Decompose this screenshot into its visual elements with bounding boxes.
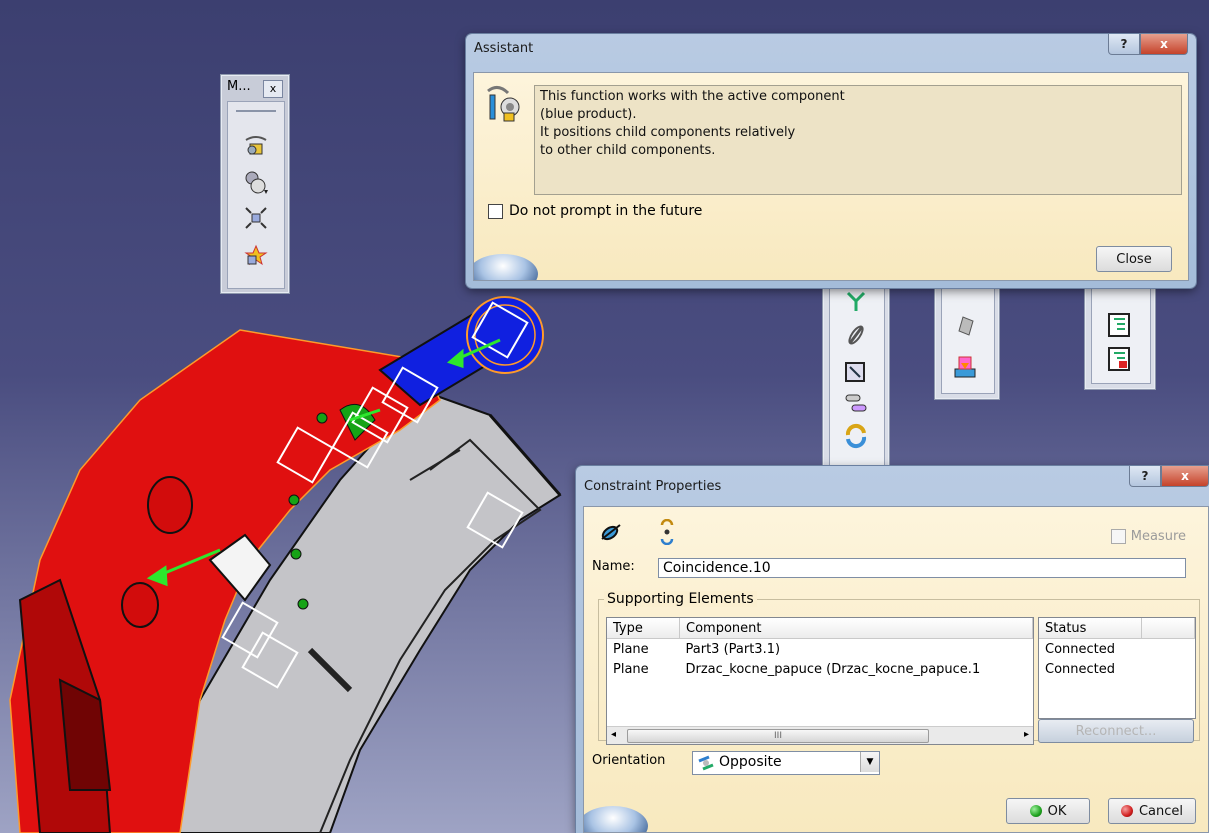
message-line: It positions child components relatively <box>540 125 796 140</box>
explode-icon[interactable] <box>242 204 270 232</box>
ok-button[interactable]: OK <box>1006 798 1090 824</box>
orientation-value: Opposite <box>719 754 782 770</box>
assistant-dialog: Assistant ? x This function works with t… <box>466 34 1196 288</box>
scroll-right-icon[interactable]: ▸ <box>1024 729 1029 740</box>
cancel-button[interactable]: Cancel <box>1108 798 1196 824</box>
help-button[interactable]: ? <box>1129 466 1161 487</box>
manipulate-icon[interactable] <box>951 311 979 339</box>
move-toolbar <box>934 280 1000 400</box>
numbering-icon[interactable] <box>1105 345 1133 373</box>
message-line: (blue product). <box>540 107 637 122</box>
catia-logo <box>584 806 648 832</box>
table-row[interactable]: Connected <box>1039 639 1195 660</box>
constraint-properties-dialog: Constraint Properties ? x Measure Name: … <box>576 466 1209 833</box>
toolbar-title: M... <box>227 79 251 94</box>
status-column-header[interactable]: Status <box>1039 618 1142 639</box>
do-not-prompt-checkbox[interactable] <box>488 203 503 219</box>
manipulation-icon[interactable] <box>242 132 270 160</box>
assistant-message: This function works with the active comp… <box>534 85 1182 195</box>
table-row[interactable]: Connected <box>1039 659 1195 679</box>
snap-icon[interactable] <box>242 168 270 196</box>
type-cell: Plane <box>613 661 649 677</box>
assistant-body: This function works with the active comp… <box>473 72 1189 281</box>
extra-column-header[interactable] <box>1141 618 1195 639</box>
close-button[interactable]: Close <box>1096 246 1172 272</box>
orientation-select[interactable]: Opposite ▼ <box>692 751 880 775</box>
horizontal-scrollbar[interactable]: ◂ III ▸ <box>607 726 1033 744</box>
component-cell: Part3 (Part3.1) <box>685 641 781 657</box>
orientation-label: Orientation <box>592 753 666 768</box>
name-label: Name: <box>592 559 635 574</box>
ok-label: OK <box>1047 803 1067 819</box>
status-list[interactable]: Status Connected Connected <box>1038 617 1196 719</box>
close-window-button[interactable]: x <box>1161 466 1209 487</box>
toolbar-close-button[interactable]: x <box>263 80 283 98</box>
reconnect-button[interactable]: Reconnect... <box>1038 719 1194 743</box>
status-cell: Connected <box>1045 641 1116 657</box>
assistant-title: Assistant <box>474 41 534 56</box>
measure-label: Measure <box>1130 529 1186 544</box>
catia-logo <box>474 254 538 280</box>
cancel-label: Cancel <box>1138 803 1184 819</box>
table-row[interactable]: Plane Part3 (Part3.1) <box>607 639 1033 660</box>
component-cell: Drzac_kocne_papuce (Drzac_kocne_papuce.1 <box>685 661 981 677</box>
rotation-icon <box>660 519 674 545</box>
message-line: to other child components. <box>540 143 716 158</box>
type-cell: Plane <box>613 641 649 657</box>
coincidence-constraint-icon[interactable] <box>842 287 870 315</box>
offset-constraint-icon[interactable] <box>842 389 870 417</box>
type-column-header[interactable]: Type <box>607 618 680 639</box>
constraint-toolbar <box>822 280 890 472</box>
measure-checkbox[interactable] <box>1110 529 1126 544</box>
scroll-thumb[interactable]: III <box>627 729 929 743</box>
chevron-down-icon[interactable]: ▼ <box>860 752 879 772</box>
manipulation-toolbar: M... x <box>220 74 290 294</box>
ok-icon <box>1029 805 1042 817</box>
constraint-properties-body: Measure Name: Supporting Elements Type C… <box>583 506 1209 833</box>
fix-component-icon[interactable] <box>842 357 870 385</box>
constraint-properties-title: Constraint Properties <box>584 479 722 494</box>
help-button[interactable]: ? <box>1108 34 1140 55</box>
update-icon[interactable] <box>842 421 870 449</box>
table-row[interactable]: Plane Drzac_kocne_papuce (Drzac_kocne_pa… <box>607 659 1033 679</box>
component-column-header[interactable]: Component <box>679 618 1033 639</box>
snap-plane-icon[interactable] <box>951 353 979 381</box>
contact-constraint-icon[interactable] <box>842 321 870 349</box>
assembly-wizard-icon <box>487 86 520 122</box>
cancel-icon <box>1120 805 1133 817</box>
elements-list[interactable]: Type Component Plane Part3 (Part3.1) Pla… <box>606 617 1034 745</box>
scroll-left-icon[interactable]: ◂ <box>611 729 616 740</box>
clash-icon[interactable] <box>242 242 270 270</box>
close-window-button[interactable]: x <box>1140 34 1188 55</box>
message-line: This function works with the active comp… <box>540 89 845 104</box>
do-not-prompt-option[interactable]: Do not prompt in the future <box>488 203 702 219</box>
opposite-icon <box>698 755 714 771</box>
name-field[interactable] <box>658 558 1186 578</box>
status-cell: Connected <box>1045 661 1116 677</box>
do-not-prompt-label: Do not prompt in the future <box>509 203 703 219</box>
supporting-elements-label: Supporting Elements <box>604 591 757 607</box>
coincidence-icon <box>601 524 621 541</box>
structure-toolbar <box>1084 280 1156 390</box>
tree-reorder-icon[interactable] <box>1105 311 1133 339</box>
measure-option[interactable]: Measure <box>1110 529 1186 544</box>
